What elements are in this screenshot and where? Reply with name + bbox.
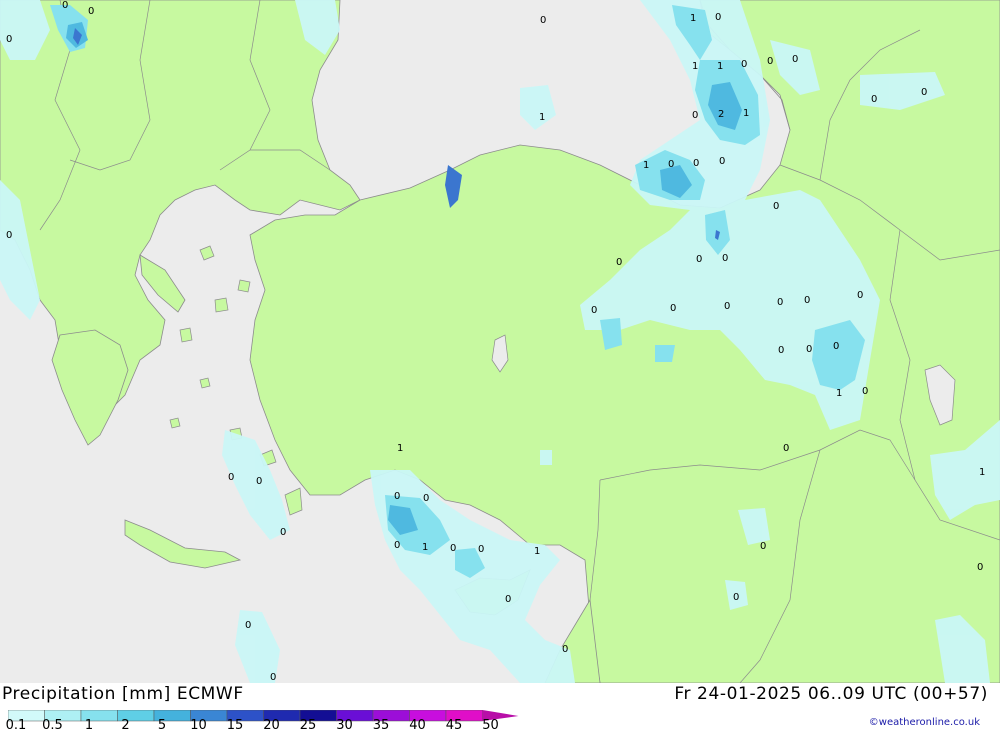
value-label: 1 xyxy=(836,388,842,399)
value-label: 0 xyxy=(6,230,12,241)
scale-tick-label: 35 xyxy=(372,718,390,733)
value-label: 0 xyxy=(833,341,839,352)
map-canvas: 0 0 0 0 1 0 1 1 0 0 0 0 0 2 1 1 1 0 0 0 … xyxy=(0,0,1000,683)
value-label: 0 xyxy=(450,543,456,554)
precipitation-map: 0 0 0 0 1 0 1 1 0 0 0 0 0 2 1 1 1 0 0 0 … xyxy=(0,0,1000,683)
value-label: 0 xyxy=(270,672,276,683)
value-label: 0 xyxy=(773,201,779,212)
scale-tick-label: 1 xyxy=(84,718,94,733)
scale-tick-label: 0.5 xyxy=(42,718,63,733)
value-label: 1 xyxy=(690,13,696,24)
value-label: 0 xyxy=(668,159,674,170)
value-label: 0 xyxy=(719,156,725,167)
value-label: 0 xyxy=(977,562,983,573)
value-label: 1 xyxy=(979,467,985,478)
value-label: 0 xyxy=(722,253,728,264)
scale-tick-label: 2 xyxy=(121,718,130,733)
value-label: 0 xyxy=(256,476,262,487)
value-label: 1 xyxy=(534,546,540,557)
value-label: 0 xyxy=(394,491,400,502)
value-label: 0 xyxy=(767,56,773,67)
value-label: 0 xyxy=(778,345,784,356)
value-label: 0 xyxy=(760,541,766,552)
value-label: 0 xyxy=(88,6,94,17)
value-label: 0 xyxy=(857,290,863,301)
value-label: 0 xyxy=(245,620,251,631)
scale-tick-label: 15 xyxy=(226,718,244,733)
value-label: 0 xyxy=(806,344,812,355)
value-label: 0 xyxy=(478,544,484,555)
value-label: 0 xyxy=(692,110,698,121)
value-label: 0 xyxy=(777,297,783,308)
value-label: 0 xyxy=(696,254,702,265)
value-label: 0 xyxy=(733,592,739,603)
value-label: 1 xyxy=(743,108,749,119)
value-label: 1 xyxy=(643,160,649,171)
value-label: 0 xyxy=(871,94,877,105)
value-label: 0 xyxy=(862,386,868,397)
value-label: 2 xyxy=(718,109,724,120)
value-label: 0 xyxy=(741,59,747,70)
value-label: 0 xyxy=(280,527,286,538)
value-label: 0 xyxy=(505,594,511,605)
scale-tick-label: 45 xyxy=(445,718,463,733)
value-label: 1 xyxy=(717,61,723,72)
credit-link[interactable]: ©weatheronline.co.uk xyxy=(869,717,980,728)
value-label: 0 xyxy=(540,15,546,26)
value-label: 0 xyxy=(228,472,234,483)
scale-tick-label: 5 xyxy=(157,718,167,733)
scale-tick-label: 40 xyxy=(409,718,426,733)
scale-tick-label: 10 xyxy=(190,718,207,733)
value-label: 0 xyxy=(783,443,789,454)
scale-tick-label: 50 xyxy=(482,718,499,733)
value-label: 1 xyxy=(692,61,698,72)
value-label: 0 xyxy=(423,493,429,504)
value-label: 0 xyxy=(715,12,721,23)
value-label: 1 xyxy=(422,542,428,553)
value-label: 1 xyxy=(539,112,545,123)
scale-tick-label: 20 xyxy=(263,718,280,733)
scale-tick-label: 30 xyxy=(336,718,353,733)
forecast-datetime: Fr 24-01-2025 06..09 UTC (00+57) xyxy=(674,684,988,704)
value-label: 0 xyxy=(394,540,400,551)
scale-tick-label: 0.1 xyxy=(5,718,27,733)
value-label: 0 xyxy=(591,305,597,316)
scale-tick-label: 25 xyxy=(299,718,317,733)
value-label: 0 xyxy=(670,303,676,314)
value-label: 1 xyxy=(397,443,403,454)
value-label: 0 xyxy=(792,54,798,65)
value-label: 0 xyxy=(921,87,927,98)
value-label: 0 xyxy=(724,301,730,312)
value-label: 0 xyxy=(562,644,568,655)
value-label: 0 xyxy=(6,34,12,45)
map-title: Precipitation [mm] ECMWF xyxy=(2,684,244,704)
value-label: 0 xyxy=(693,158,699,169)
value-label: 0 xyxy=(62,0,68,11)
value-label: 0 xyxy=(616,257,622,268)
color-scale-labels: 0.1 0.5 1 2 5 10 15 20 25 30 35 40 45 50 xyxy=(0,719,520,733)
value-label: 0 xyxy=(804,295,810,306)
